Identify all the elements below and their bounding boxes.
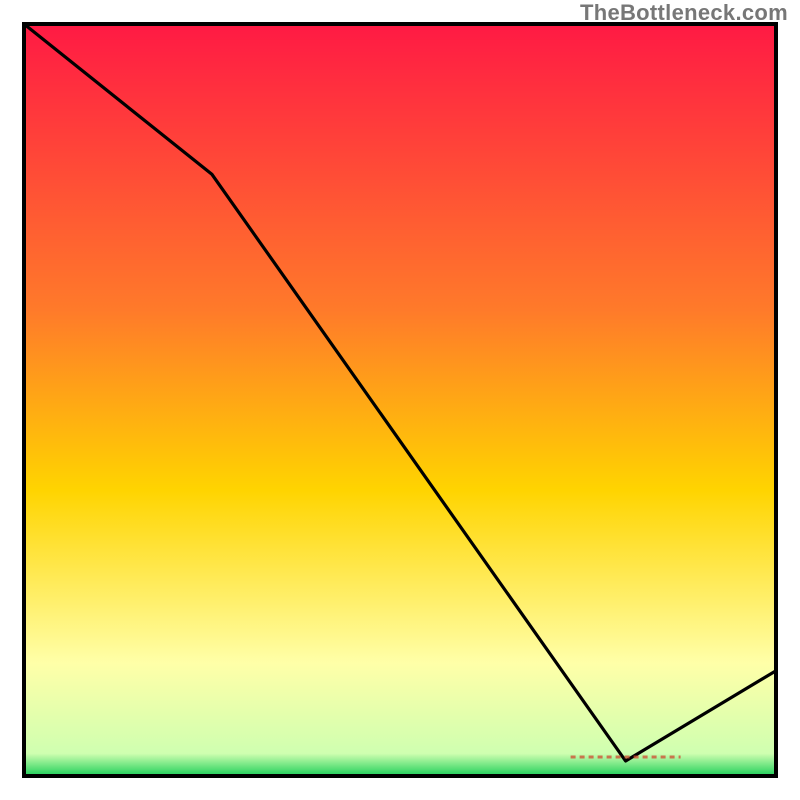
chart-stage: { "attribution": "TheBottleneck.com", "a… [0, 0, 800, 800]
chart-background-gradient [24, 24, 776, 776]
chart-svg [0, 0, 800, 800]
